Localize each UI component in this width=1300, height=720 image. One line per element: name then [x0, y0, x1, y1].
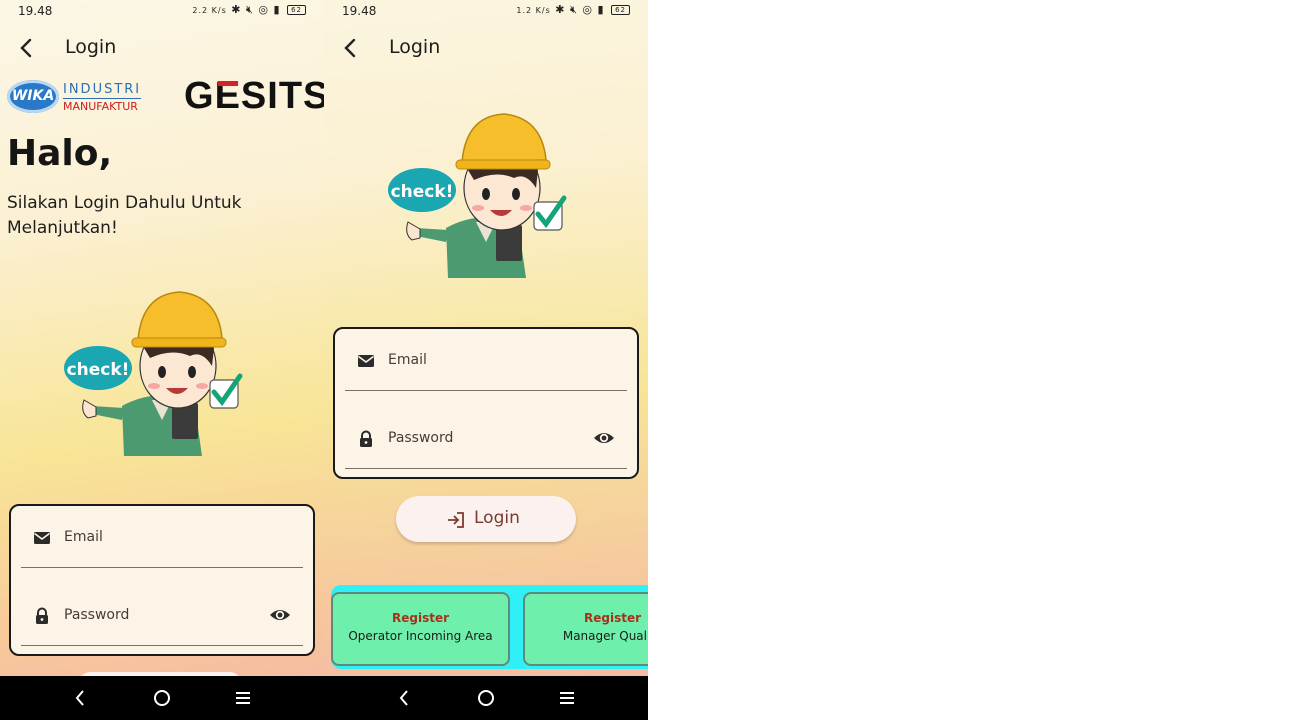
check-bubble-text: check!	[67, 360, 130, 380]
net-speed: 1.2 K/s	[516, 6, 551, 15]
lock-icon	[36, 607, 48, 624]
page-title: Login	[65, 36, 117, 58]
gesits-e: E	[214, 75, 241, 117]
register-title: Register	[391, 611, 450, 625]
wifi-icon: ◎	[582, 3, 594, 16]
gesits-rest: SITS	[240, 75, 324, 117]
status-time: 19.48	[18, 4, 53, 18]
status-bar: 19.48 1.2 K/s ✱ 🔇︎ ◎ ▮ 62	[324, 0, 648, 24]
wifi-icon: ◎	[258, 3, 270, 16]
worker-illustration: check!	[388, 113, 567, 278]
nav-home-icon[interactable]	[474, 686, 498, 710]
nav-home-icon[interactable]	[150, 686, 174, 710]
back-button[interactable]	[14, 34, 38, 62]
app-bar: Login	[324, 28, 648, 68]
wika-logo: WIKA	[7, 80, 59, 113]
arrow-back-icon	[344, 38, 356, 58]
nav-back-icon[interactable]	[393, 686, 417, 710]
register-manager-button[interactable]: Register Manager Quality	[523, 592, 648, 666]
manufaktur-text: MANUFAKTUR	[63, 100, 138, 113]
signal-icon: ▮	[273, 3, 281, 16]
eye-icon[interactable]	[269, 607, 291, 623]
mail-icon	[358, 355, 374, 367]
greeting-subtitle: Silakan Login Dahulu Untuk Melanjutkan!	[7, 193, 242, 238]
register-role: Operator Incoming Area	[348, 629, 493, 643]
email-field[interactable]: Email	[21, 507, 303, 568]
email-label: Email	[64, 529, 103, 545]
battery-icon: 62	[287, 5, 306, 15]
logo-divider	[63, 98, 141, 99]
mute-icon: 🔇︎	[569, 3, 578, 16]
login-form: Email Password	[333, 327, 639, 479]
login-form: Email Password	[9, 504, 315, 656]
battery-icon: 62	[611, 5, 630, 15]
nav-back-icon[interactable]	[69, 686, 93, 710]
gesits-g: G	[184, 75, 215, 117]
email-field[interactable]: Email	[345, 330, 627, 391]
arrow-back-icon	[20, 38, 32, 58]
partner-logos: WIKA INDUSTRI MANUFAKTUR GESITS	[0, 75, 324, 118]
login-screen-1: 19.48 2.2 K/s ✱ 🔇︎ ◎ ▮ 62 Login WIKA IND…	[0, 0, 324, 720]
login-button[interactable]: Login	[396, 496, 576, 542]
page-title: Login	[389, 36, 441, 58]
login-button-label: Login	[474, 508, 520, 528]
gesits-logo: GESITS	[184, 75, 324, 118]
mail-icon	[34, 532, 50, 544]
industri-text: INDUSTRI	[63, 82, 142, 97]
bluetooth-icon: ✱	[231, 3, 242, 16]
register-role: Manager Quality	[562, 629, 648, 643]
password-field[interactable]: Password	[345, 408, 627, 469]
login-icon	[448, 512, 464, 528]
signal-icon: ▮	[597, 3, 605, 16]
back-button[interactable]	[338, 34, 362, 62]
bluetooth-icon: ✱	[555, 3, 566, 16]
password-label: Password	[64, 607, 130, 623]
nav-menu-icon[interactable]	[231, 686, 255, 710]
register-operator-button[interactable]: Register Operator Incoming Area	[331, 592, 510, 666]
greeting-title: Halo,	[7, 133, 113, 174]
status-icons: 2.2 K/s ✱ 🔇︎ ◎ ▮ 62	[192, 3, 306, 17]
net-speed: 2.2 K/s	[192, 6, 227, 15]
login-screen-2: 19.48 1.2 K/s ✱ 🔇︎ ◎ ▮ 62 Login check! E…	[324, 0, 648, 720]
mute-icon: 🔇︎	[245, 3, 254, 16]
system-nav-bar	[324, 676, 648, 720]
password-field[interactable]: Password	[21, 585, 303, 646]
app-bar: Login	[0, 28, 324, 68]
status-time: 19.48	[342, 4, 377, 18]
password-label: Password	[388, 430, 454, 446]
status-icons: 1.2 K/s ✱ 🔇︎ ◎ ▮ 62	[516, 3, 630, 17]
worker-illustration: check!	[64, 291, 243, 456]
check-bubble-text: check!	[391, 182, 454, 202]
eye-icon[interactable]	[593, 430, 615, 446]
email-label: Email	[388, 352, 427, 368]
register-title: Register	[583, 611, 642, 625]
register-strip[interactable]: Register Operator Incoming Area Register…	[331, 585, 648, 669]
system-nav-bar	[0, 676, 324, 720]
nav-menu-icon[interactable]	[555, 686, 579, 710]
lock-icon	[360, 430, 372, 447]
status-bar: 19.48 2.2 K/s ✱ 🔇︎ ◎ ▮ 62	[0, 0, 324, 24]
